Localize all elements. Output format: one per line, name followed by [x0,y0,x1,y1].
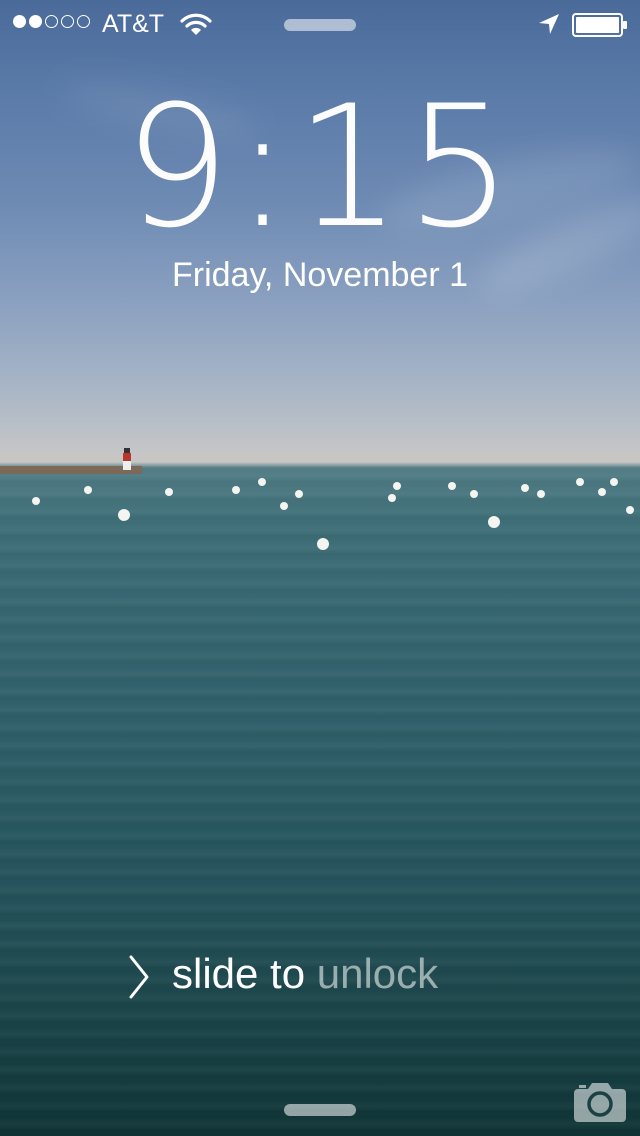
wallpaper-buoy [610,478,618,486]
signal-dot [61,15,74,28]
battery-icon [572,13,627,37]
wallpaper-buoy [388,494,396,502]
lock-screen-date: Friday, November 1 [171,256,469,294]
chevron-right-icon [129,955,149,999]
wallpaper-buoy [470,490,478,498]
wallpaper-buoy [232,486,240,494]
slide-to-unlock[interactable]: slide to unlock [172,950,438,998]
wallpaper-buoy [280,502,288,510]
slide-to-text: slide to [172,950,306,997]
wallpaper-buoy [576,478,584,486]
notification-center-grabber[interactable] [284,19,356,31]
wallpaper-buoy [598,488,606,496]
wifi-icon [180,13,212,35]
time-text: 9:15 [123,69,517,265]
carrier-name: AT&T [102,10,165,38]
camera-icon[interactable] [572,1080,628,1122]
wallpaper-buoy [626,506,634,514]
signal-dot [77,15,90,28]
lock-screen: AT&T 9:15 Friday, November 1 slide to un… [0,0,640,1136]
wallpaper-pier [0,466,142,474]
wallpaper-buoy [295,490,303,498]
signal-strength-icon [13,15,90,28]
signal-dot [29,15,42,28]
wallpaper-buoy [488,516,500,528]
wallpaper-buoy [258,478,266,486]
unlock-text: unlock [316,950,439,997]
wallpaper-buoy [448,482,456,490]
lock-screen-time: 9:15 [0,82,640,252]
wallpaper-buoy [165,488,173,496]
wallpaper-buoy [393,482,401,490]
wallpaper-buoy [521,484,529,492]
control-center-grabber[interactable] [284,1104,356,1116]
wallpaper-buoy [32,497,40,505]
wallpaper-buoy [537,490,545,498]
wallpaper-water [0,470,640,1136]
signal-dot [13,15,26,28]
signal-dot [45,15,58,28]
wallpaper-lighthouse [123,448,131,470]
wallpaper-buoy [84,486,92,494]
status-bar: AT&T [0,0,640,40]
location-arrow-icon [539,14,559,34]
wallpaper-buoy [118,509,130,521]
wallpaper-buoy [317,538,329,550]
